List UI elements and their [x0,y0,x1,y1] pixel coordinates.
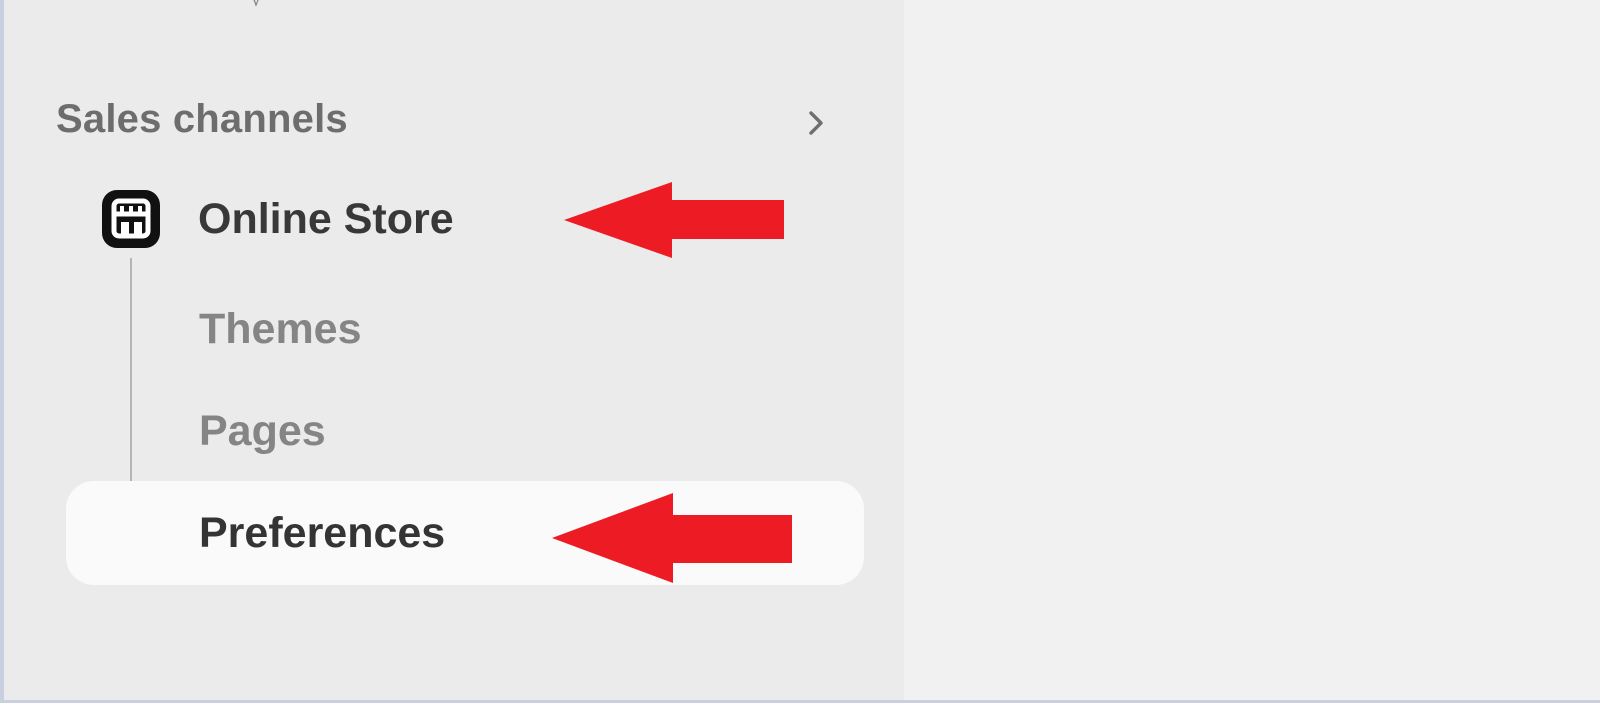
cut-off-previous-item: y [252,0,324,6]
preferences-label: Preferences [199,509,446,557]
storefront-icon [102,190,160,248]
admin-sidebar: y Sales channels Online Store Themes [4,0,904,700]
sales-channels-header[interactable]: Sales channels [56,95,846,151]
sidebar-item-themes[interactable]: Themes [199,304,362,354]
left-arrow-annotation [552,493,792,583]
main-content-area [904,0,1600,700]
chevron-right-icon[interactable] [800,107,832,139]
online-store-label: Online Store [198,195,454,243]
left-arrow-annotation [564,182,784,258]
sales-channels-title: Sales channels [56,97,348,141]
sidebar-item-online-store[interactable]: Online Store [100,188,640,260]
sidebar-item-pages[interactable]: Pages [199,406,326,456]
app-window: y Sales channels Online Store Themes [0,0,1600,703]
